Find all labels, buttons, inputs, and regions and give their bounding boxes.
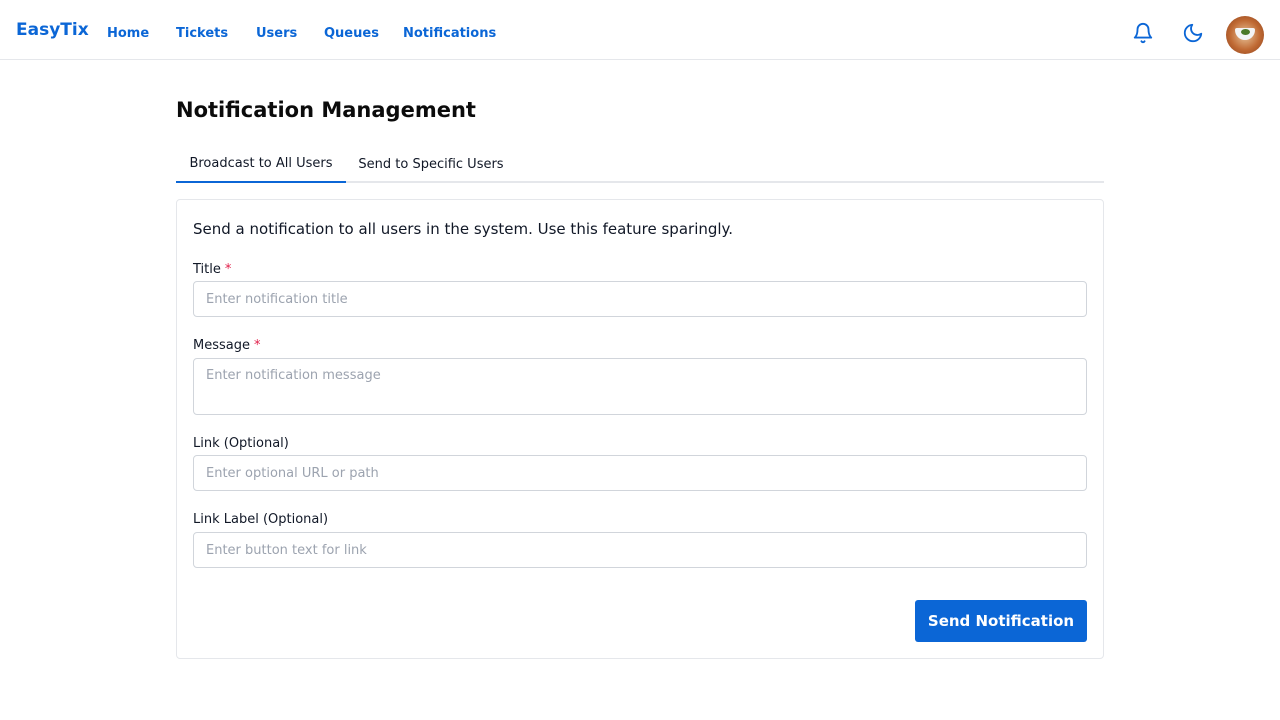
avatar-leaf-graphic bbox=[1241, 29, 1250, 35]
title-input[interactable] bbox=[193, 281, 1087, 317]
message-label-text: Message bbox=[193, 338, 250, 353]
link-label: Link (Optional) bbox=[193, 436, 289, 451]
link-text-input[interactable] bbox=[193, 532, 1087, 568]
nav-home[interactable]: Home bbox=[107, 27, 149, 40]
required-marker: * bbox=[253, 338, 261, 353]
link-text-label: Link Label (Optional) bbox=[193, 512, 329, 527]
nav-queues[interactable]: Queues bbox=[324, 27, 379, 40]
tab-broadcast-all[interactable]: Broadcast to All Users bbox=[176, 145, 346, 183]
nav-users[interactable]: Users bbox=[256, 27, 297, 40]
nav-tickets[interactable]: Tickets bbox=[176, 27, 228, 40]
message-label: Message * bbox=[193, 338, 260, 353]
required-marker: * bbox=[224, 262, 232, 277]
page-title: Notification Management bbox=[176, 98, 476, 122]
top-navbar: EasyTix Home Tickets Users Queues Notifi… bbox=[0, 0, 1280, 60]
message-textarea[interactable] bbox=[193, 358, 1087, 415]
form-description: Send a notification to all users in the … bbox=[193, 220, 734, 238]
title-label-text: Title bbox=[193, 262, 221, 277]
notification-tabs: Broadcast to All Users Send to Specific … bbox=[176, 145, 1104, 183]
tab-specific-users[interactable]: Send to Specific Users bbox=[346, 145, 516, 183]
nav-notifications[interactable]: Notifications bbox=[403, 27, 496, 40]
bell-icon[interactable] bbox=[1131, 21, 1155, 45]
moon-icon[interactable] bbox=[1181, 21, 1205, 45]
send-notification-button[interactable]: Send Notification bbox=[915, 600, 1087, 642]
title-label: Title * bbox=[193, 262, 231, 277]
user-avatar[interactable] bbox=[1226, 16, 1264, 54]
link-input[interactable] bbox=[193, 455, 1087, 491]
brand-logo[interactable]: EasyTix bbox=[16, 22, 89, 39]
broadcast-form-card: Send a notification to all users in the … bbox=[176, 199, 1104, 659]
